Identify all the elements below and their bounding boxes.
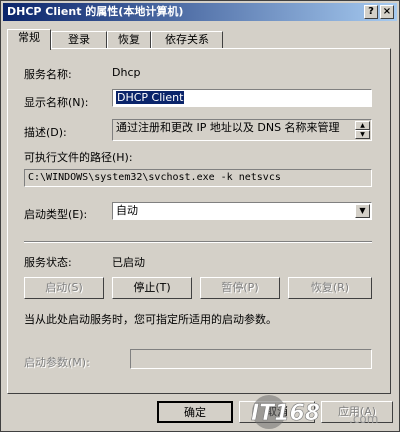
service-name-label: 服务名称: — [24, 68, 72, 81]
properties-dialog: DHCP Client 的属性(本地计算机) ? × 常规 登录 恢复 依存关系… — [0, 0, 400, 432]
tab-logon[interactable]: 登录 — [51, 31, 107, 49]
display-name-input[interactable]: DHCP Client — [112, 89, 372, 107]
start-button[interactable]: 启动(S) — [24, 277, 104, 299]
service-name-value: Dhcp — [112, 66, 141, 79]
tab-dependencies[interactable]: 依存关系 — [151, 31, 223, 49]
watermark-suffix: .com — [349, 412, 378, 426]
ok-button[interactable]: 确定 — [157, 401, 233, 423]
tab-general[interactable]: 常规 — [7, 29, 51, 50]
exe-path-label: 可执行文件的路径(H): — [24, 151, 133, 164]
window-title: DHCP Client 的属性(本地计算机) — [7, 5, 184, 18]
it168-logo: IT168 .com — [251, 395, 378, 429]
exe-path-field[interactable]: C:\WINDOWS\system32\svchost.exe -k netsv… — [24, 169, 372, 187]
help-button[interactable]: ? — [364, 5, 378, 19]
pause-button[interactable]: 暂停(P) — [200, 277, 280, 299]
arrow-down-icon[interactable]: ▼ — [355, 130, 370, 139]
params-label: 启动参数(M): — [24, 356, 90, 369]
startup-type-select[interactable]: 自动 ▼ — [112, 202, 372, 220]
status-value: 已启动 — [112, 256, 145, 269]
stop-button[interactable]: 停止(T) — [112, 277, 192, 299]
general-panel: 服务名称: Dhcp 显示名称(N): DHCP Client 描述(D): 通… — [7, 48, 391, 394]
separator — [24, 241, 372, 243]
tab-recovery[interactable]: 恢复 — [107, 31, 151, 49]
chevron-down-icon[interactable]: ▼ — [355, 204, 370, 218]
description-value: 通过注册和更改 IP 地址以及 DNS 名称来管理 — [116, 121, 340, 134]
close-button[interactable]: × — [380, 5, 394, 19]
startup-type-label: 启动类型(E): — [24, 208, 88, 221]
title-bar[interactable]: DHCP Client 的属性(本地计算机) ? × — [3, 3, 397, 21]
description-field[interactable]: 通过注册和更改 IP 地址以及 DNS 名称来管理 ▲ ▼ — [112, 119, 372, 141]
resume-button[interactable]: 恢复(R) — [288, 277, 372, 299]
startup-type-value: 自动 — [116, 204, 138, 217]
display-name-label: 显示名称(N): — [24, 96, 89, 109]
arrow-up-icon[interactable]: ▲ — [355, 121, 370, 130]
hint-text: 当从此处启动服务时，您可指定所适用的启动参数。 — [24, 313, 277, 326]
display-name-value: DHCP Client — [116, 91, 185, 104]
params-input[interactable] — [130, 349, 372, 369]
description-label: 描述(D): — [24, 126, 67, 139]
status-label: 服务状态: — [24, 256, 72, 269]
watermark-text: IT168 — [251, 401, 320, 426]
